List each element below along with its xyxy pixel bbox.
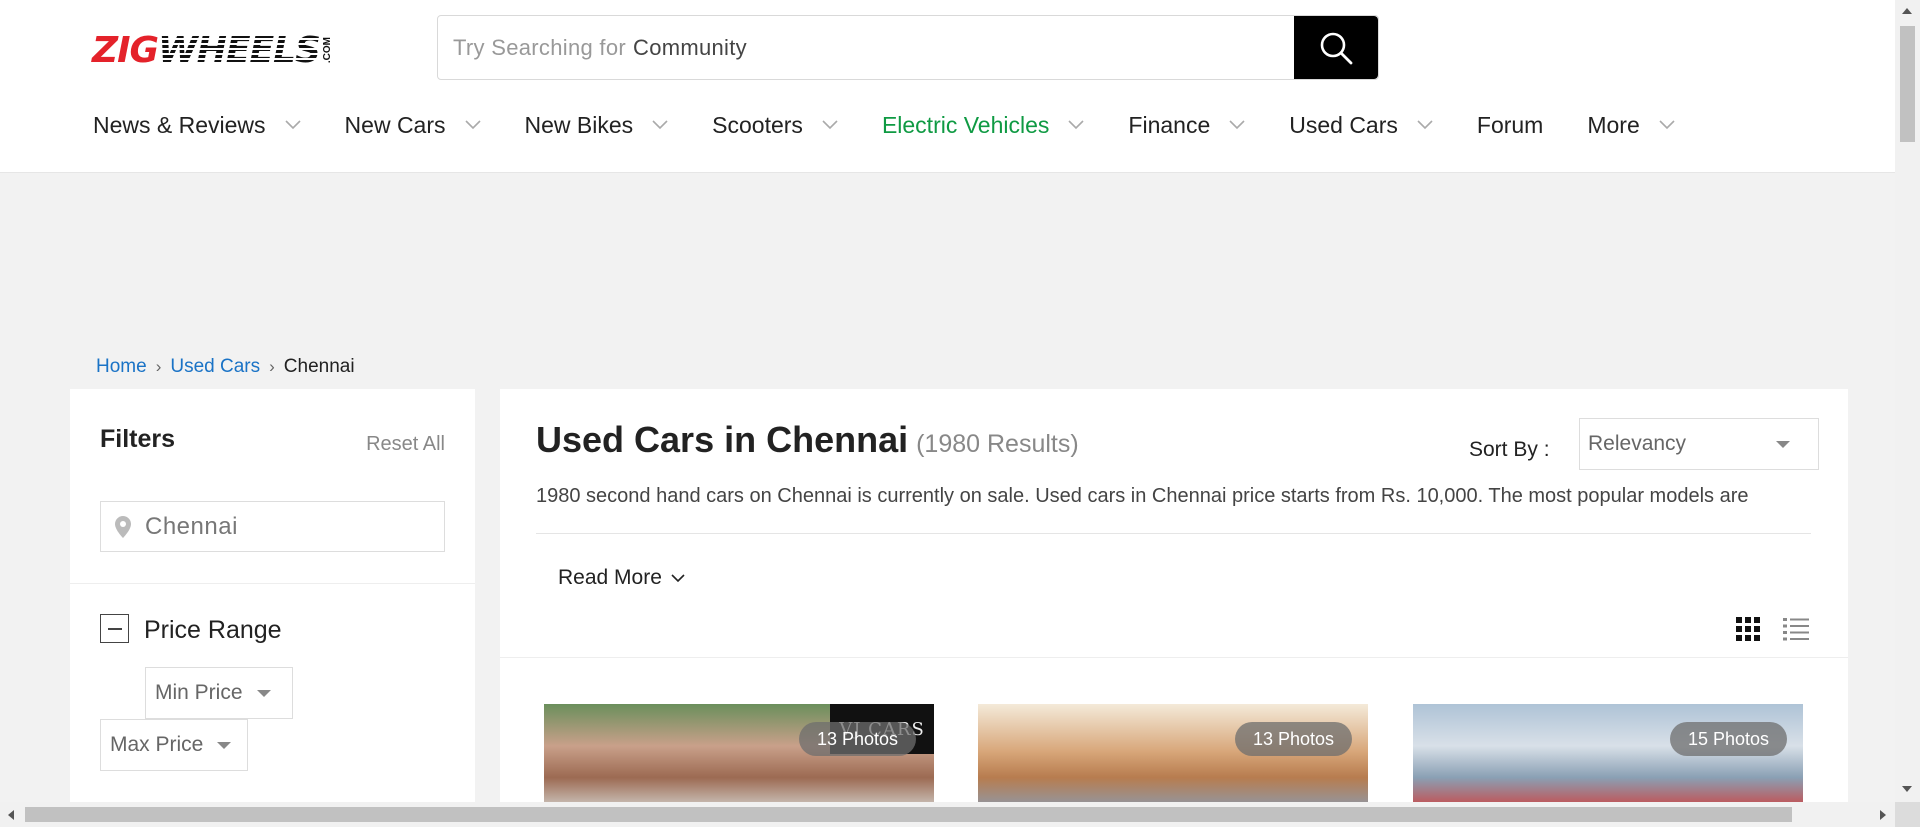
site-header: ZIGWHEELS .COM Try Searching for Communi… xyxy=(0,0,1895,173)
chevron-down-icon xyxy=(1659,120,1675,130)
nav-new-cars[interactable]: New Cars xyxy=(345,112,481,139)
scrollbar-thumb[interactable] xyxy=(25,807,1792,822)
breadcrumb-home[interactable]: Home xyxy=(96,356,147,378)
nav-more[interactable]: More xyxy=(1587,112,1675,139)
search-placeholder: Try Searching for xyxy=(453,34,627,60)
minus-icon xyxy=(107,627,122,630)
caret-down-icon xyxy=(1776,440,1790,448)
photo-count-badge: 15 Photos xyxy=(1669,722,1787,756)
breadcrumb-separator: › xyxy=(155,357,162,376)
caret-down-icon xyxy=(256,689,271,697)
nav-new-bikes[interactable]: New Bikes xyxy=(525,112,669,139)
chevron-down-icon xyxy=(671,573,685,582)
photo-count-badge: 13 Photos xyxy=(798,722,916,756)
scrollbar-thumb[interactable] xyxy=(1900,26,1915,142)
chevron-down-icon xyxy=(822,120,838,130)
price-range-label: Price Range xyxy=(144,616,282,644)
sort-value: Relevancy xyxy=(1588,432,1687,455)
vertical-scrollbar[interactable] xyxy=(1895,0,1920,802)
breadcrumb-current: Chennai xyxy=(283,356,355,377)
breadcrumb: Home › Used Cars › Chennai xyxy=(96,356,355,378)
price-range-toggle[interactable] xyxy=(100,614,129,643)
search-input[interactable]: Try Searching for Community xyxy=(438,16,1294,79)
breadcrumb-used-cars[interactable]: Used Cars xyxy=(170,356,260,378)
nav-used-cars[interactable]: Used Cars xyxy=(1289,112,1433,139)
reset-all-button[interactable]: Reset All xyxy=(366,433,445,456)
scroll-down-arrow-icon[interactable] xyxy=(1902,786,1912,792)
grid-view-icon[interactable] xyxy=(1736,617,1760,641)
nav-finance[interactable]: Finance xyxy=(1128,112,1245,139)
page-heading: Used Cars in Chennai xyxy=(536,419,909,460)
location-value: Chennai xyxy=(145,512,238,540)
scroll-right-arrow-icon[interactable] xyxy=(1880,810,1886,820)
photo-count-badge: 13 Photos xyxy=(1234,722,1352,756)
horizontal-scrollbar[interactable] xyxy=(0,802,1895,827)
filters-panel: Filters Reset All Chennai Price Range Mi… xyxy=(70,389,475,809)
divider xyxy=(70,583,475,584)
nav-electric-vehicles[interactable]: Electric Vehicles xyxy=(882,112,1084,139)
main-nav: News & Reviews New Cars New Bikes Scoote… xyxy=(93,108,1719,142)
min-price-select[interactable]: Min Price xyxy=(145,667,293,719)
scrollbar-corner xyxy=(1895,802,1920,827)
zigwheels-logo[interactable]: ZIGWHEELS .COM xyxy=(92,30,333,71)
caret-down-icon xyxy=(217,741,232,749)
divider xyxy=(500,657,1848,658)
listing-card[interactable]: VJ CARS 13 Photos xyxy=(544,704,934,809)
results-description: 1980 second hand cars on Chennai is curr… xyxy=(536,485,1749,507)
list-view-icon[interactable] xyxy=(1783,617,1809,641)
scroll-up-arrow-icon[interactable] xyxy=(1902,8,1912,14)
chevron-down-icon xyxy=(1229,120,1245,130)
divider xyxy=(536,533,1811,534)
search-button[interactable] xyxy=(1294,16,1378,79)
scroll-left-arrow-icon[interactable] xyxy=(8,810,14,820)
chevron-down-icon xyxy=(464,120,481,130)
results-count: (1980 Results) xyxy=(916,430,1079,458)
logo-suffix: .COM xyxy=(321,36,333,64)
filters-title: Filters xyxy=(100,425,176,453)
nav-forum[interactable]: Forum xyxy=(1477,112,1543,139)
breadcrumb-separator: › xyxy=(269,357,275,376)
chevron-down-icon xyxy=(652,120,668,130)
sort-select[interactable]: Relevancy xyxy=(1579,418,1819,470)
location-field[interactable]: Chennai xyxy=(100,501,445,552)
search-bar: Try Searching for Community xyxy=(437,15,1379,80)
location-pin-icon xyxy=(115,515,131,538)
chevron-down-icon xyxy=(1417,120,1433,130)
results-panel: Used Cars in Chennai (1980 Results) Sort… xyxy=(500,389,1848,809)
read-more-button[interactable]: Read More xyxy=(558,566,685,590)
search-keyword: Community xyxy=(633,34,747,60)
max-price-select[interactable]: Max Price xyxy=(100,719,248,771)
listing-card[interactable]: 13 Photos xyxy=(978,704,1368,809)
sort-label: Sort By : xyxy=(1469,438,1550,461)
listing-card[interactable]: 15 Photos xyxy=(1413,704,1803,809)
chevron-down-icon xyxy=(284,120,301,130)
page-title: Used Cars in Chennai (1980 Results) xyxy=(536,419,1079,461)
nav-news-reviews[interactable]: News & Reviews xyxy=(93,112,301,139)
search-icon xyxy=(1320,32,1353,64)
nav-scooters[interactable]: Scooters xyxy=(712,112,838,139)
chevron-down-icon xyxy=(1068,120,1084,130)
